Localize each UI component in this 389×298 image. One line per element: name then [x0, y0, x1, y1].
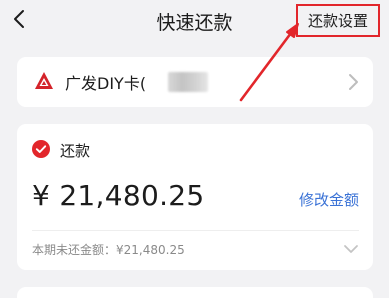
unpaid-amount-info: 本期未还金额：¥21,480.25: [32, 243, 185, 257]
next-card-peek: [17, 287, 373, 298]
chevron-right-icon: [349, 74, 358, 90]
repay-amount-card: 还款 ¥ 21,480.25 修改金额 本期未还金额：¥21,480.25: [17, 124, 373, 270]
quick-repay-screen: 快速还款 还款设置 广发DIY卡( 还款 ¥ 21,480.25 修改金额 本期…: [0, 0, 389, 298]
top-bar: 快速还款 还款设置: [0, 0, 389, 40]
checked-circle-icon[interactable]: [32, 140, 50, 158]
divider: [32, 230, 359, 231]
masked-card-number: [168, 72, 208, 92]
guangfa-bank-logo-icon: [35, 72, 53, 89]
repay-option-label: 还款: [60, 142, 91, 160]
repay-settings-button[interactable]: 还款设置: [296, 4, 380, 37]
card-selector[interactable]: 广发DIY卡(: [17, 57, 373, 107]
repay-amount: ¥ 21,480.25: [32, 179, 205, 212]
card-name: 广发DIY卡(: [65, 74, 147, 93]
modify-amount-link[interactable]: 修改金额: [299, 189, 359, 210]
chevron-down-icon[interactable]: [343, 244, 359, 254]
